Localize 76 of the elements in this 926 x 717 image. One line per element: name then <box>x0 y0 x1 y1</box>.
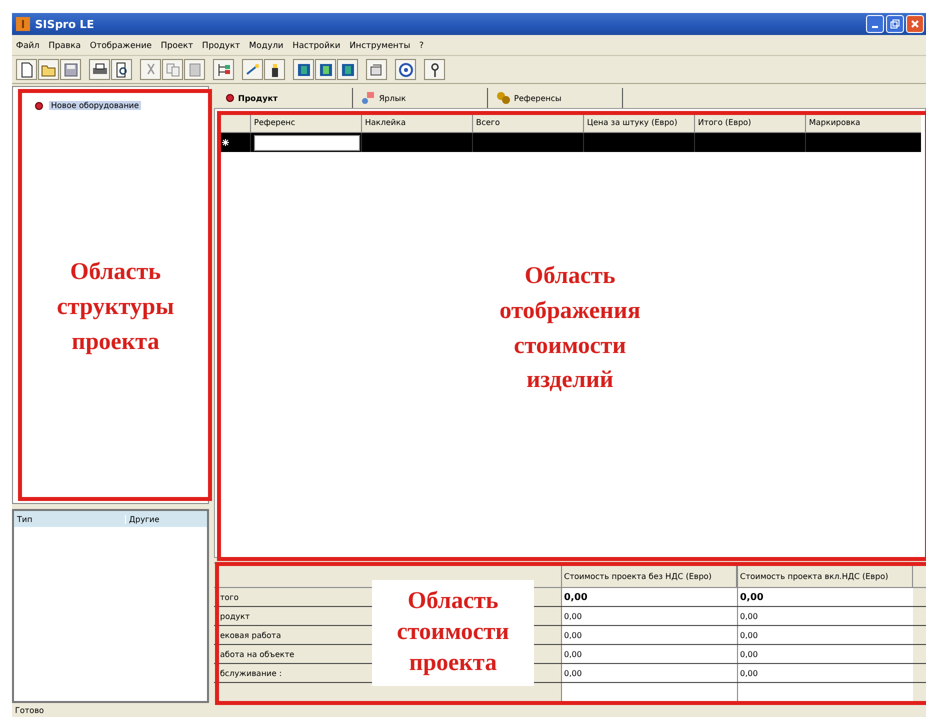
column-header[interactable]: Референс <box>251 113 362 132</box>
column-header[interactable]: Наклейка <box>362 113 473 132</box>
toolbar-button[interactable] <box>264 59 285 80</box>
dot-icon <box>226 94 234 102</box>
menu-item[interactable]: Модули <box>249 41 284 51</box>
column-header[interactable]: Итого (Евро) <box>695 113 806 132</box>
window-title: SISpro LE <box>35 18 96 30</box>
table-cell: 0,00 <box>737 664 913 682</box>
menu-item[interactable]: Проект <box>160 41 194 51</box>
toolbar-button[interactable] <box>242 59 263 80</box>
annotation-label: Область структуры проекта <box>56 258 176 357</box>
table-cell: 0,00 <box>561 607 737 625</box>
row-label: ековая работа <box>220 630 281 640</box>
menu-item[interactable]: Инструменты <box>349 41 410 51</box>
app-icon <box>16 17 30 31</box>
menu-item[interactable]: Отображение <box>90 41 152 51</box>
menu-item[interactable]: Продукт <box>202 41 240 51</box>
close-icon <box>910 19 920 29</box>
help-icon <box>398 62 414 78</box>
menu-item[interactable]: Настройки <box>292 41 340 51</box>
column-header[interactable]: Маркировка <box>806 113 921 132</box>
print-preview-icon <box>114 62 130 78</box>
menu-item[interactable]: ? <box>419 41 424 51</box>
toolbar-button[interactable] <box>213 59 234 80</box>
table-cell: 0,00 <box>737 588 913 606</box>
new-button[interactable] <box>16 59 37 80</box>
toolbar-button[interactable] <box>293 59 314 80</box>
toolbar-button[interactable] <box>315 59 336 80</box>
restore-button[interactable] <box>886 15 904 33</box>
coins-icon <box>496 91 510 105</box>
menu-item[interactable]: Файл <box>16 41 40 51</box>
book-icon <box>340 62 356 78</box>
toolbar-button[interactable] <box>337 59 358 80</box>
annotation-label: Область отображения стоимости изделий <box>498 262 642 396</box>
table-cell: 0,00 <box>561 588 737 606</box>
book-icon <box>318 62 334 78</box>
annotation-label: Область стоимости проекта <box>372 580 534 686</box>
label-icon <box>361 91 375 105</box>
paste-icon <box>186 62 202 78</box>
new-page-icon <box>18 62 34 78</box>
table-cell: 0,00 <box>561 626 737 644</box>
tree-icon <box>216 62 232 78</box>
column-header[interactable]: Тип <box>14 514 126 524</box>
status-text: Готово <box>15 706 44 714</box>
menu-item[interactable]: Правка <box>48 41 81 51</box>
wand-icon <box>244 62 260 78</box>
close-button[interactable] <box>906 15 924 33</box>
column-header[interactable]: Стоимость проекта вкл.НДС (Евро) <box>737 566 913 587</box>
toolbar-button[interactable] <box>366 59 387 80</box>
column-header[interactable]: Стоимость проекта без НДС (Евро) <box>561 566 737 587</box>
table-cell: 0,00 <box>737 626 913 644</box>
row-label: бслуживание : <box>220 668 282 678</box>
toolbar-button[interactable] <box>424 59 445 80</box>
minimize-button[interactable] <box>866 15 884 33</box>
restore-icon <box>890 19 900 29</box>
row-label: того <box>220 592 239 602</box>
column-header[interactable]: Всего <box>473 113 584 132</box>
column-header[interactable]: Другие <box>126 514 160 524</box>
column-header[interactable]: Цена за штуку (Евро) <box>584 113 695 132</box>
toolbar-button[interactable] <box>395 59 416 80</box>
copy-icon <box>164 62 180 78</box>
row-label: родукт <box>220 612 250 620</box>
table-cell: 0,00 <box>737 645 913 663</box>
toolbar-button[interactable] <box>111 59 132 80</box>
row-label: абота на объекте <box>220 650 294 658</box>
table-cell: 0,00 <box>561 664 737 682</box>
minimize-icon <box>872 26 878 28</box>
new-row-icon <box>222 139 229 146</box>
table-cell: 0,00 <box>737 607 913 625</box>
tree-item[interactable]: Новое оборудование <box>49 101 141 110</box>
table-cell: 0,00 <box>561 645 737 663</box>
node-dot-icon <box>35 102 43 110</box>
input-field[interactable] <box>254 134 360 150</box>
toolbar-button[interactable] <box>89 59 110 80</box>
book-icon <box>296 62 312 78</box>
toolbar-button[interactable] <box>38 59 59 80</box>
